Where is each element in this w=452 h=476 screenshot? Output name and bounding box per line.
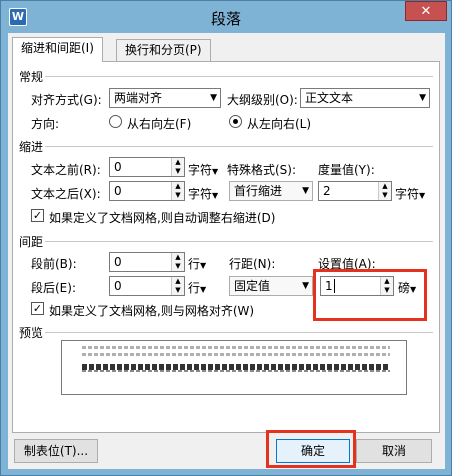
dialog-body: 缩进和间距(I) 换行和分页(P) 常规 对齐方式(G): 两端对齐 ▼ 大纲级… bbox=[8, 33, 445, 469]
general-divider bbox=[45, 76, 433, 77]
preview-current-paragraph bbox=[82, 370, 390, 372]
space-before-spinner[interactable]: 0 ▲ ▼ bbox=[109, 252, 185, 272]
alignment-label: 对齐方式(G): bbox=[31, 93, 102, 107]
space-after-label: 段后(E): bbox=[31, 281, 76, 295]
line-spacing-label: 行距(N): bbox=[229, 257, 276, 271]
direction-rtl-label: 从右向左(F) bbox=[127, 117, 192, 131]
outline-level-value: 正文文本 bbox=[305, 91, 354, 105]
special-format-label: 特殊格式(S): bbox=[227, 163, 297, 177]
line-spacing-select[interactable]: 固定值 ▼ bbox=[229, 276, 313, 296]
indent-before-spinner[interactable]: 0 ▲ ▼ bbox=[109, 157, 185, 177]
outline-level-select[interactable]: 正文文本 ▼ bbox=[300, 88, 430, 108]
arrow-down-icon: ▼ bbox=[175, 286, 181, 294]
space-after-unit[interactable]: 行▼ bbox=[188, 279, 206, 296]
arrow-up-icon: ▲ bbox=[382, 182, 388, 190]
indent-before-label: 文本之前(R): bbox=[31, 163, 101, 177]
measure-value: 2 bbox=[323, 184, 331, 198]
indent-before-unit[interactable]: 字符▼ bbox=[188, 161, 218, 178]
measure-spinner[interactable]: 2 ▲ ▼ bbox=[318, 181, 392, 201]
cancel-button[interactable]: 取消 bbox=[356, 439, 432, 463]
space-before-label: 段前(B): bbox=[31, 257, 77, 271]
title-bar: W 段落 ✕ bbox=[1, 1, 451, 33]
chevron-down-icon: ▼ bbox=[212, 191, 219, 200]
space-before-value: 0 bbox=[114, 255, 122, 269]
preview-box bbox=[61, 340, 407, 395]
indent-before-value: 0 bbox=[114, 160, 122, 174]
preview-divider bbox=[45, 332, 433, 333]
special-format-value: 首行缩进 bbox=[234, 184, 283, 198]
indent-after-unit[interactable]: 字符▼ bbox=[188, 185, 218, 202]
direction-rtl-radio[interactable] bbox=[109, 115, 122, 128]
spacing-heading: 间距 bbox=[19, 235, 44, 249]
measure-unit[interactable]: 字符▼ bbox=[395, 185, 425, 202]
set-value-highlight bbox=[313, 269, 427, 321]
dialog-title: 段落 bbox=[210, 10, 241, 28]
special-format-select[interactable]: 首行缩进 ▼ bbox=[229, 181, 313, 201]
arrow-down-icon: ▼ bbox=[175, 167, 181, 175]
tab-panel: 常规 对齐方式(G): 两端对齐 ▼ 大纲级别(O): 正文文本 ▼ 方向: 从… bbox=[12, 61, 440, 433]
preview-prev-paragraph bbox=[82, 353, 390, 356]
tab-stops-button[interactable]: 制表位(T)... bbox=[14, 439, 98, 463]
chevron-down-icon: ▼ bbox=[419, 93, 426, 103]
close-button[interactable]: ✕ bbox=[405, 1, 447, 21]
preview-prev-paragraph bbox=[82, 346, 390, 349]
ok-button-highlight bbox=[266, 430, 356, 468]
space-after-spinner[interactable]: 0 ▲ ▼ bbox=[109, 276, 185, 296]
space-after-value: 0 bbox=[114, 279, 122, 293]
measure-label: 度量值(Y): bbox=[318, 163, 375, 177]
arrow-down-icon: ▼ bbox=[175, 191, 181, 199]
auto-indent-checkbox[interactable]: ✓ bbox=[31, 209, 44, 222]
alignment-select[interactable]: 两端对齐 ▼ bbox=[109, 88, 221, 108]
alignment-value: 两端对齐 bbox=[114, 91, 163, 105]
indent-after-value: 0 bbox=[114, 184, 122, 198]
line-spacing-value: 固定值 bbox=[234, 279, 271, 293]
outline-level-label: 大纲级别(O): bbox=[227, 93, 298, 107]
indent-divider bbox=[45, 146, 433, 147]
spinner-buttons[interactable]: ▲ ▼ bbox=[171, 182, 184, 200]
spinner-buttons[interactable]: ▲ ▼ bbox=[171, 158, 184, 176]
tab-line-page-breaks[interactable]: 换行和分页(P) bbox=[116, 39, 211, 61]
snap-grid-label: 如果定义了文档网格,则与网格对齐(W) bbox=[49, 304, 255, 318]
spinner-buttons[interactable]: ▲ ▼ bbox=[171, 253, 184, 271]
indent-after-spinner[interactable]: 0 ▲ ▼ bbox=[109, 181, 185, 201]
indent-heading: 缩进 bbox=[19, 140, 44, 154]
chevron-down-icon: ▼ bbox=[302, 281, 309, 291]
snap-grid-checkbox[interactable]: ✓ bbox=[31, 302, 44, 315]
chevron-down-icon: ▼ bbox=[419, 191, 426, 200]
direction-ltr-label: 从左向右(L) bbox=[247, 117, 312, 131]
tab-indent-spacing[interactable]: 缩进和间距(I) bbox=[12, 37, 103, 62]
chevron-down-icon: ▼ bbox=[200, 285, 207, 294]
chevron-down-icon: ▼ bbox=[210, 93, 217, 103]
direction-label: 方向: bbox=[31, 117, 60, 131]
arrow-down-icon: ▼ bbox=[175, 262, 181, 270]
auto-indent-label: 如果定义了文档网格,则自动调整右缩进(D) bbox=[49, 211, 276, 225]
spinner-buttons[interactable]: ▲ ▼ bbox=[171, 277, 184, 295]
direction-ltr-radio[interactable] bbox=[229, 115, 242, 128]
spacing-divider bbox=[45, 241, 433, 242]
arrow-up-icon: ▲ bbox=[175, 253, 181, 261]
arrow-up-icon: ▲ bbox=[175, 182, 181, 190]
general-heading: 常规 bbox=[19, 70, 44, 84]
arrow-up-icon: ▲ bbox=[175, 158, 181, 166]
arrow-down-icon: ▼ bbox=[382, 191, 388, 199]
chevron-down-icon: ▼ bbox=[302, 186, 309, 196]
paragraph-dialog: W 段落 ✕ 缩进和间距(I) 换行和分页(P) 常规 对齐方式(G): 两端对… bbox=[0, 0, 452, 476]
space-before-unit[interactable]: 行▼ bbox=[188, 255, 206, 272]
indent-after-label: 文本之后(X): bbox=[31, 187, 101, 201]
arrow-up-icon: ▲ bbox=[175, 277, 181, 285]
spinner-buttons[interactable]: ▲ ▼ bbox=[378, 182, 391, 200]
preview-heading: 预览 bbox=[19, 326, 44, 340]
chevron-down-icon: ▼ bbox=[200, 261, 207, 270]
chevron-down-icon: ▼ bbox=[212, 167, 219, 176]
